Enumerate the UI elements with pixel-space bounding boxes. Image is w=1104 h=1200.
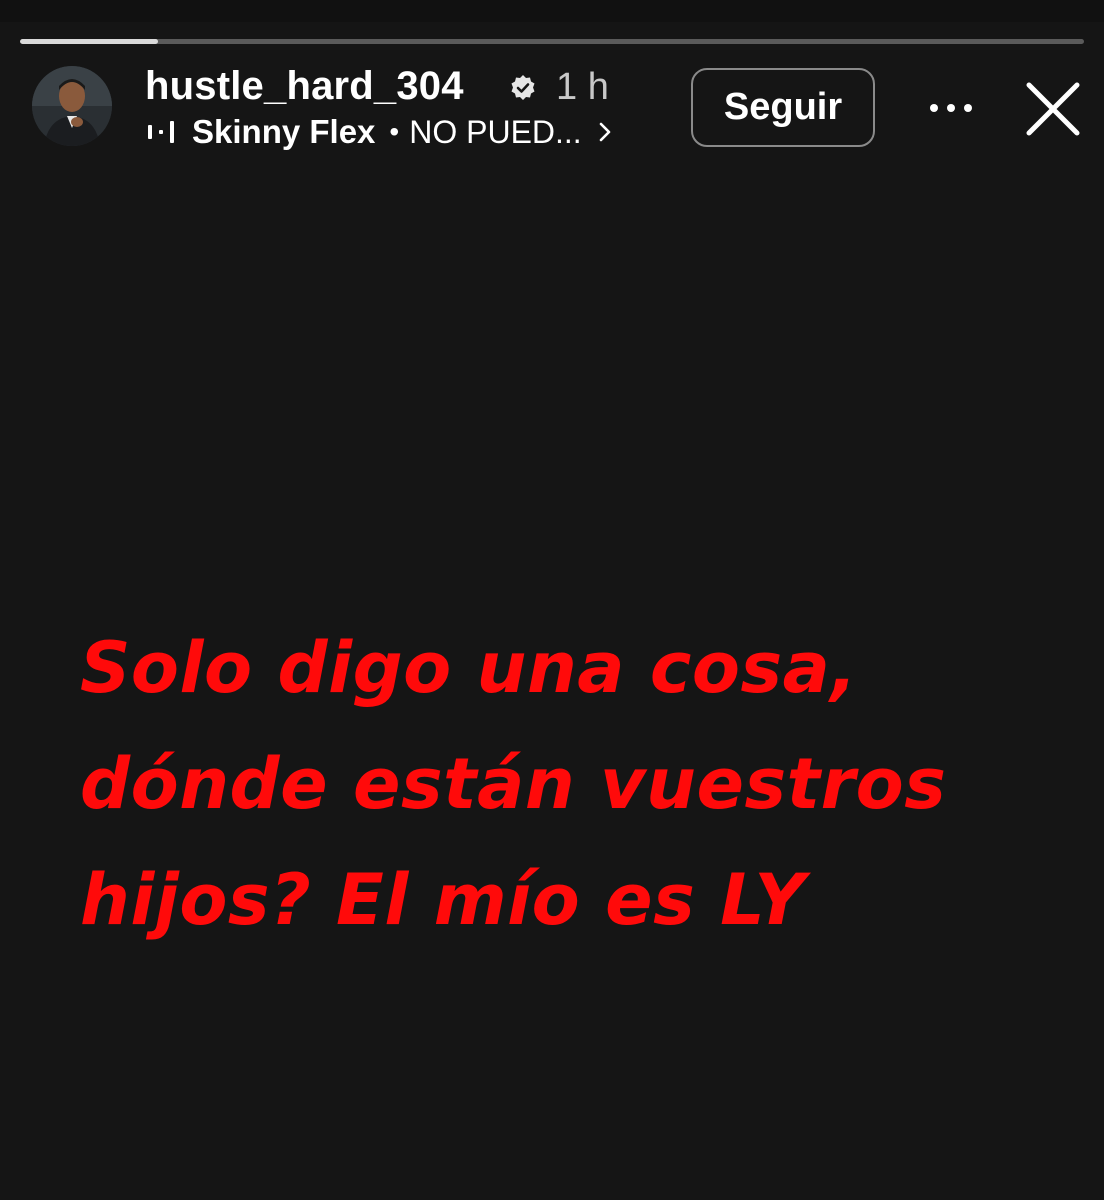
story-text: Solo digo una cosa, dónde están vuestros… <box>80 610 1080 958</box>
follow-button[interactable]: Seguir <box>691 68 875 147</box>
story-progress-fill <box>20 39 159 44</box>
story-text-line: hijos? El mío es LY <box>80 859 806 941</box>
story-viewer[interactable]: hustle_hard_304 1 h Skinny Flex • NO PUE… <box>0 0 1104 1200</box>
music-song-title: NO PUED... <box>409 113 582 150</box>
top-status-band <box>0 0 1104 22</box>
music-separator: • <box>389 116 400 147</box>
music-attribution[interactable]: Skinny Flex • NO PUED... <box>146 110 612 154</box>
timestamp: 1 h <box>556 66 609 108</box>
chevron-right-icon <box>599 122 610 142</box>
story-text-line: Solo digo una cosa, <box>80 627 858 709</box>
more-dots-icon[interactable] <box>926 92 976 124</box>
username[interactable]: hustle_hard_304 <box>145 64 464 109</box>
avatar-image <box>32 66 112 146</box>
music-bars-icon <box>148 121 174 143</box>
avatar[interactable] <box>32 66 112 146</box>
close-icon[interactable] <box>1024 80 1082 138</box>
music-artist: Skinny Flex <box>192 113 376 150</box>
verified-badge-icon <box>511 75 535 100</box>
story-progress-bar <box>20 39 1084 44</box>
story-text-line: dónde están vuestros <box>80 743 947 825</box>
